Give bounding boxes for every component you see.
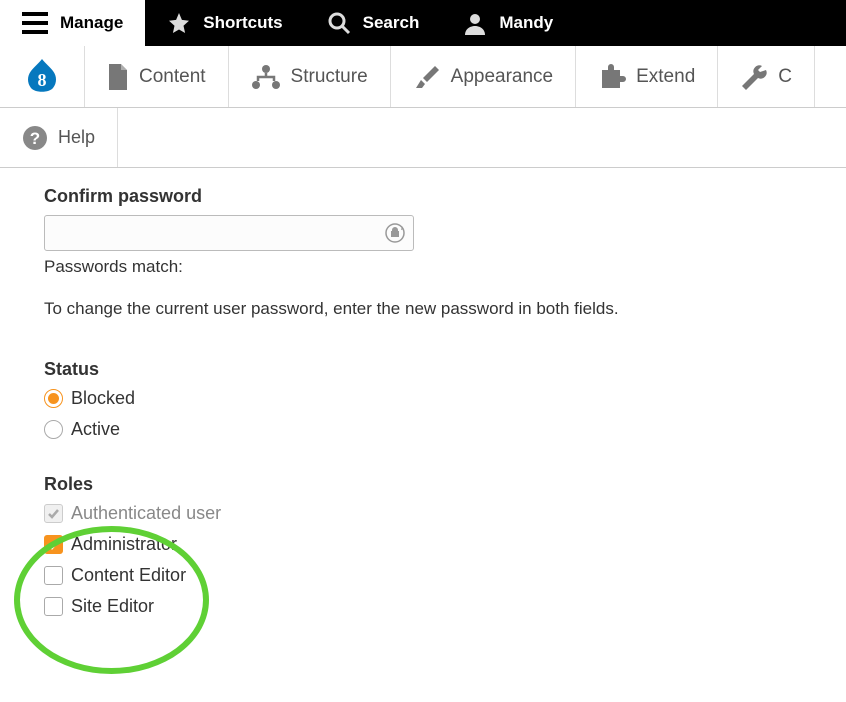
status-option-active[interactable]: Active [44, 419, 802, 440]
role-site-editor[interactable]: Site Editor [44, 596, 802, 617]
checkbox-site-editor[interactable] [44, 597, 63, 616]
search-link[interactable]: Search [305, 0, 442, 46]
search-label: Search [363, 13, 420, 33]
manage-label: Manage [60, 13, 123, 33]
menu-structure-label: Structure [291, 66, 368, 88]
drupal-logo[interactable]: 8 [0, 46, 85, 107]
menu-help-label: Help [58, 127, 95, 148]
puzzle-icon [598, 64, 626, 90]
paintbrush-icon [413, 64, 441, 90]
wrench-icon [740, 64, 768, 90]
roles-label: Roles [44, 474, 802, 495]
confirm-password-label: Confirm password [44, 186, 802, 207]
role-content-editor-label: Content Editor [71, 565, 186, 586]
checkbox-authenticated [44, 504, 63, 523]
role-administrator-label: Administrator [71, 534, 177, 555]
status-fieldset: Status Blocked Active [44, 359, 802, 440]
menu-config[interactable]: C [718, 46, 815, 107]
menu-extend[interactable]: Extend [576, 46, 718, 107]
star-icon [167, 11, 191, 35]
confirm-password-input[interactable] [44, 215, 414, 251]
radio-active[interactable] [44, 420, 63, 439]
form-content: Confirm password Passwords match: To cha… [0, 168, 846, 645]
user-link[interactable]: Mandy [441, 0, 575, 46]
checkbox-administrator[interactable] [44, 535, 63, 554]
radio-blocked[interactable] [44, 389, 63, 408]
menu-content-label: Content [139, 66, 206, 88]
manage-toggle[interactable]: Manage [0, 0, 145, 46]
menu-content[interactable]: Content [85, 46, 229, 107]
role-authenticated-label: Authenticated user [71, 503, 221, 524]
file-icon [107, 64, 129, 90]
confirm-password-wrap [44, 215, 414, 251]
role-authenticated: Authenticated user [44, 503, 802, 524]
svg-text:?: ? [30, 129, 40, 148]
admin-menu: 8 Content Structure Appearance Extend C [0, 46, 846, 108]
tertiary-menu: ? Help [0, 108, 846, 168]
menu-help[interactable]: ? Help [0, 108, 118, 167]
hamburger-icon [22, 12, 48, 34]
role-administrator[interactable]: Administrator [44, 534, 802, 555]
role-site-editor-label: Site Editor [71, 596, 154, 617]
hierarchy-icon [251, 64, 281, 90]
user-label: Mandy [499, 13, 553, 33]
status-label: Status [44, 359, 802, 380]
menu-appearance-label: Appearance [451, 66, 553, 88]
help-icon: ? [22, 125, 48, 151]
status-option-blocked[interactable]: Blocked [44, 388, 802, 409]
user-icon [463, 11, 487, 35]
search-icon [327, 11, 351, 35]
password-match-text: Passwords match: [44, 257, 802, 277]
menu-structure[interactable]: Structure [229, 46, 391, 107]
radio-blocked-label: Blocked [71, 388, 135, 409]
drupal-icon: 8 [20, 55, 64, 99]
shortcuts-link[interactable]: Shortcuts [145, 0, 304, 46]
menu-config-label: C [778, 66, 792, 88]
role-content-editor[interactable]: Content Editor [44, 565, 802, 586]
menu-extend-label: Extend [636, 66, 695, 88]
password-help-text: To change the current user password, ent… [44, 299, 802, 319]
checkbox-content-editor[interactable] [44, 566, 63, 585]
radio-active-label: Active [71, 419, 120, 440]
shortcuts-label: Shortcuts [203, 13, 282, 33]
svg-text:8: 8 [38, 70, 47, 90]
roles-fieldset: Roles Authenticated user Administrator C… [44, 474, 802, 617]
menu-appearance[interactable]: Appearance [391, 46, 576, 107]
admin-toolbar: Manage Shortcuts Search Mandy [0, 0, 846, 46]
